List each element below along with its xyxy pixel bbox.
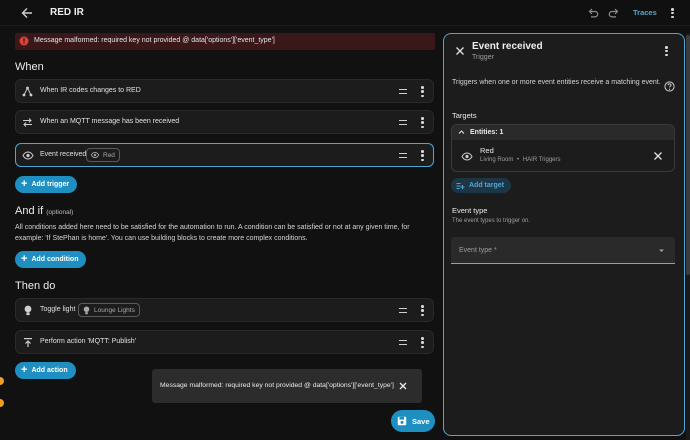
entity-name: Red xyxy=(480,146,494,155)
more-options-icon[interactable] xyxy=(665,46,668,56)
targets-heading: Targets xyxy=(452,111,477,120)
entity-area: Living Room xyxy=(480,157,514,163)
add-target-button[interactable]: Add target xyxy=(451,178,511,193)
save-button[interactable]: Save xyxy=(391,410,435,432)
plus-icon: + xyxy=(21,253,28,265)
and-if-title: And if xyxy=(15,205,44,217)
error-toast: Message malformed: required key not prov… xyxy=(152,369,422,403)
top-app-bar: RED IR Traces xyxy=(0,0,690,26)
add-target-icon xyxy=(456,182,465,190)
publish-icon xyxy=(23,337,33,348)
trigger-row-event-received[interactable]: Event received Red xyxy=(15,143,434,167)
drag-handle-icon[interactable] xyxy=(399,153,407,158)
action-row-toggle-light[interactable]: Toggle light Lounge Lights xyxy=(15,298,434,322)
floppy-disk-icon xyxy=(397,416,407,426)
error-message: Message malformed: required key not prov… xyxy=(34,37,275,44)
swap-arrows-icon xyxy=(22,117,33,128)
back-arrow-icon[interactable] xyxy=(21,7,33,19)
redo-icon[interactable] xyxy=(608,7,620,19)
event-type-description: The event types to trigger on. xyxy=(452,218,531,224)
add-condition-label: Add condition xyxy=(31,256,79,263)
trigger-label: When an MQTT message has been received xyxy=(40,118,180,125)
entity-device: HAIR Triggers xyxy=(522,157,561,163)
entity-meta: Living Room • HAIR Triggers xyxy=(480,157,561,163)
then-do-heading: Then do xyxy=(15,280,56,292)
graph-nodes-icon xyxy=(22,86,33,97)
add-condition-button[interactable]: + Add condition xyxy=(15,251,87,268)
more-options-icon[interactable] xyxy=(421,150,424,161)
when-heading: When xyxy=(15,61,44,73)
add-action-button[interactable]: + Add action xyxy=(15,362,76,379)
drag-handle-icon[interactable] xyxy=(399,340,407,345)
more-options-icon[interactable] xyxy=(421,305,424,316)
action-label: Perform action 'MQTT: Publish' xyxy=(40,338,137,345)
trigger-editor-panel: Event received Trigger Triggers when one… xyxy=(443,33,685,436)
dropdown-arrow-icon xyxy=(658,248,665,253)
eye-event-icon xyxy=(22,150,34,161)
eye-event-icon xyxy=(90,151,100,159)
drag-handle-icon[interactable] xyxy=(399,308,407,313)
entity-chip[interactable]: Red xyxy=(86,148,120,162)
event-type-placeholder: Event type * xyxy=(459,247,497,254)
more-options-icon[interactable] xyxy=(421,117,424,128)
drag-handle-icon[interactable] xyxy=(399,120,407,125)
save-label: Save xyxy=(412,416,430,426)
trigger-row-mqtt[interactable]: When an MQTT message has been received xyxy=(15,110,434,134)
help-icon[interactable] xyxy=(664,81,675,92)
trigger-row-ir-codes[interactable]: When IR codes changes to RED xyxy=(15,79,434,103)
remove-entity-icon[interactable] xyxy=(653,151,663,161)
bulb-icon xyxy=(82,305,91,315)
plus-icon: + xyxy=(21,364,28,376)
status-dot-icon xyxy=(0,399,4,407)
trigger-label: When IR codes changes to RED xyxy=(40,87,141,94)
meta-separator: • xyxy=(517,157,520,163)
and-if-heading: And if (optional) xyxy=(15,205,73,217)
entities-header[interactable]: Entities: 1 xyxy=(452,125,674,140)
action-row-mqtt-publish[interactable]: Perform action 'MQTT: Publish' xyxy=(15,330,434,354)
eye-event-icon xyxy=(461,151,473,162)
close-icon[interactable] xyxy=(455,46,465,56)
panel-subtitle: Trigger xyxy=(472,54,494,61)
add-trigger-label: Add trigger xyxy=(31,181,70,188)
plus-icon: + xyxy=(21,178,28,190)
panel-description: Triggers when one or more event entities… xyxy=(452,79,661,86)
bulb-icon xyxy=(23,305,33,316)
error-banner: Message malformed: required key not prov… xyxy=(15,33,435,50)
scrollbar-thumb[interactable] xyxy=(686,35,690,275)
conditions-description: All conditions added here need to be sat… xyxy=(15,224,410,242)
entities-count: Entities: 1 xyxy=(470,129,504,136)
status-dot-icon xyxy=(0,377,4,385)
event-type-select[interactable]: Event type * xyxy=(451,237,675,264)
chip-label: Red xyxy=(103,151,115,159)
more-options-icon[interactable] xyxy=(421,337,424,348)
error-icon xyxy=(19,36,29,46)
trigger-label: Event received xyxy=(40,151,87,158)
targets-box: Entities: 1 Red Living Room • HAIR Trigg… xyxy=(451,124,675,172)
close-icon[interactable] xyxy=(398,381,408,391)
undo-icon[interactable] xyxy=(587,7,599,19)
entity-chip[interactable]: Lounge Lights xyxy=(78,303,140,317)
add-action-label: Add action xyxy=(31,367,68,374)
scrollbar[interactable] xyxy=(686,33,690,440)
add-trigger-button[interactable]: + Add trigger xyxy=(15,176,78,193)
more-options-icon[interactable] xyxy=(421,86,424,97)
more-options-icon[interactable] xyxy=(671,8,674,18)
optional-label: (optional) xyxy=(46,209,74,216)
drag-handle-icon[interactable] xyxy=(399,89,407,94)
event-type-heading: Event type xyxy=(452,206,488,215)
add-target-label: Add target xyxy=(469,182,504,189)
chip-label: Lounge Lights xyxy=(94,306,135,314)
traces-button[interactable]: Traces xyxy=(633,8,657,17)
chevron-up-icon xyxy=(458,129,465,135)
panel-title: Event received xyxy=(472,41,543,52)
action-label: Toggle light xyxy=(40,306,76,313)
page-title: RED IR xyxy=(50,7,84,18)
toast-message: Message malformed: required key not prov… xyxy=(160,382,394,389)
